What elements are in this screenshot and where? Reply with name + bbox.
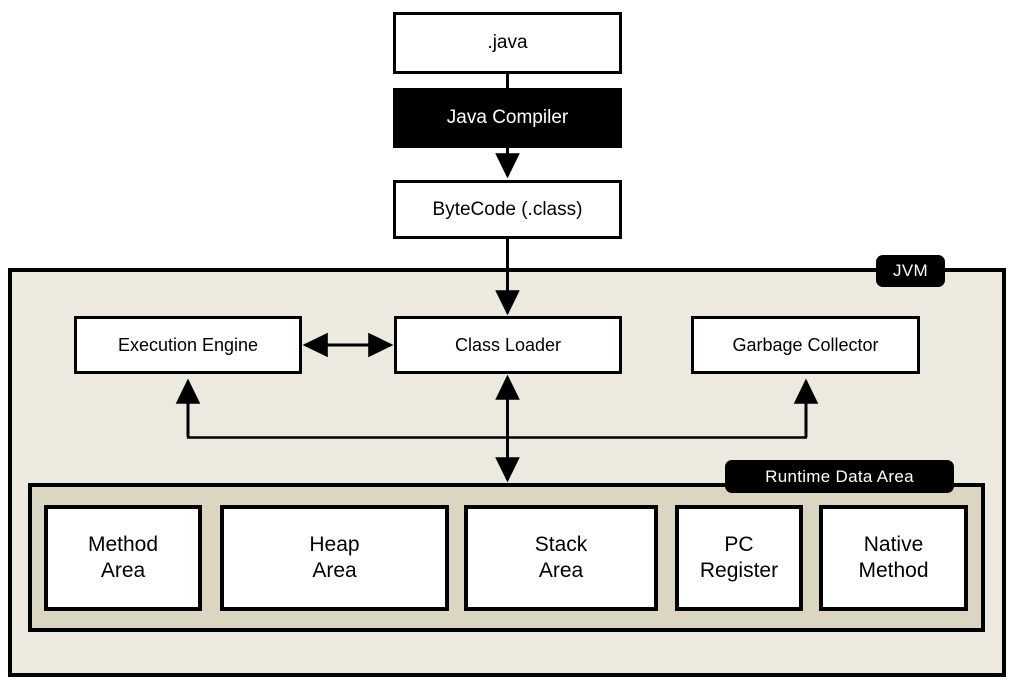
node-heap-area: Heap Area xyxy=(220,505,449,611)
node-execution-engine: Execution Engine xyxy=(74,316,302,374)
node-bytecode: ByteCode (.class) xyxy=(393,180,622,239)
diagram-canvas: .java Java Compiler ByteCode (.class) JV… xyxy=(0,0,1015,691)
node-java-source: .java xyxy=(393,12,622,74)
node-pc-register: PC Register xyxy=(675,505,803,611)
label-runtime-data-area: Runtime Data Area xyxy=(725,460,954,493)
node-java-compiler: Java Compiler xyxy=(393,88,622,148)
node-garbage-collector: Garbage Collector xyxy=(691,316,920,374)
node-class-loader: Class Loader xyxy=(394,316,622,374)
node-native-method: Native Method xyxy=(819,505,968,611)
node-method-area: Method Area xyxy=(44,505,202,611)
label-jvm: JVM xyxy=(876,255,945,287)
node-stack-area: Stack Area xyxy=(464,505,658,611)
